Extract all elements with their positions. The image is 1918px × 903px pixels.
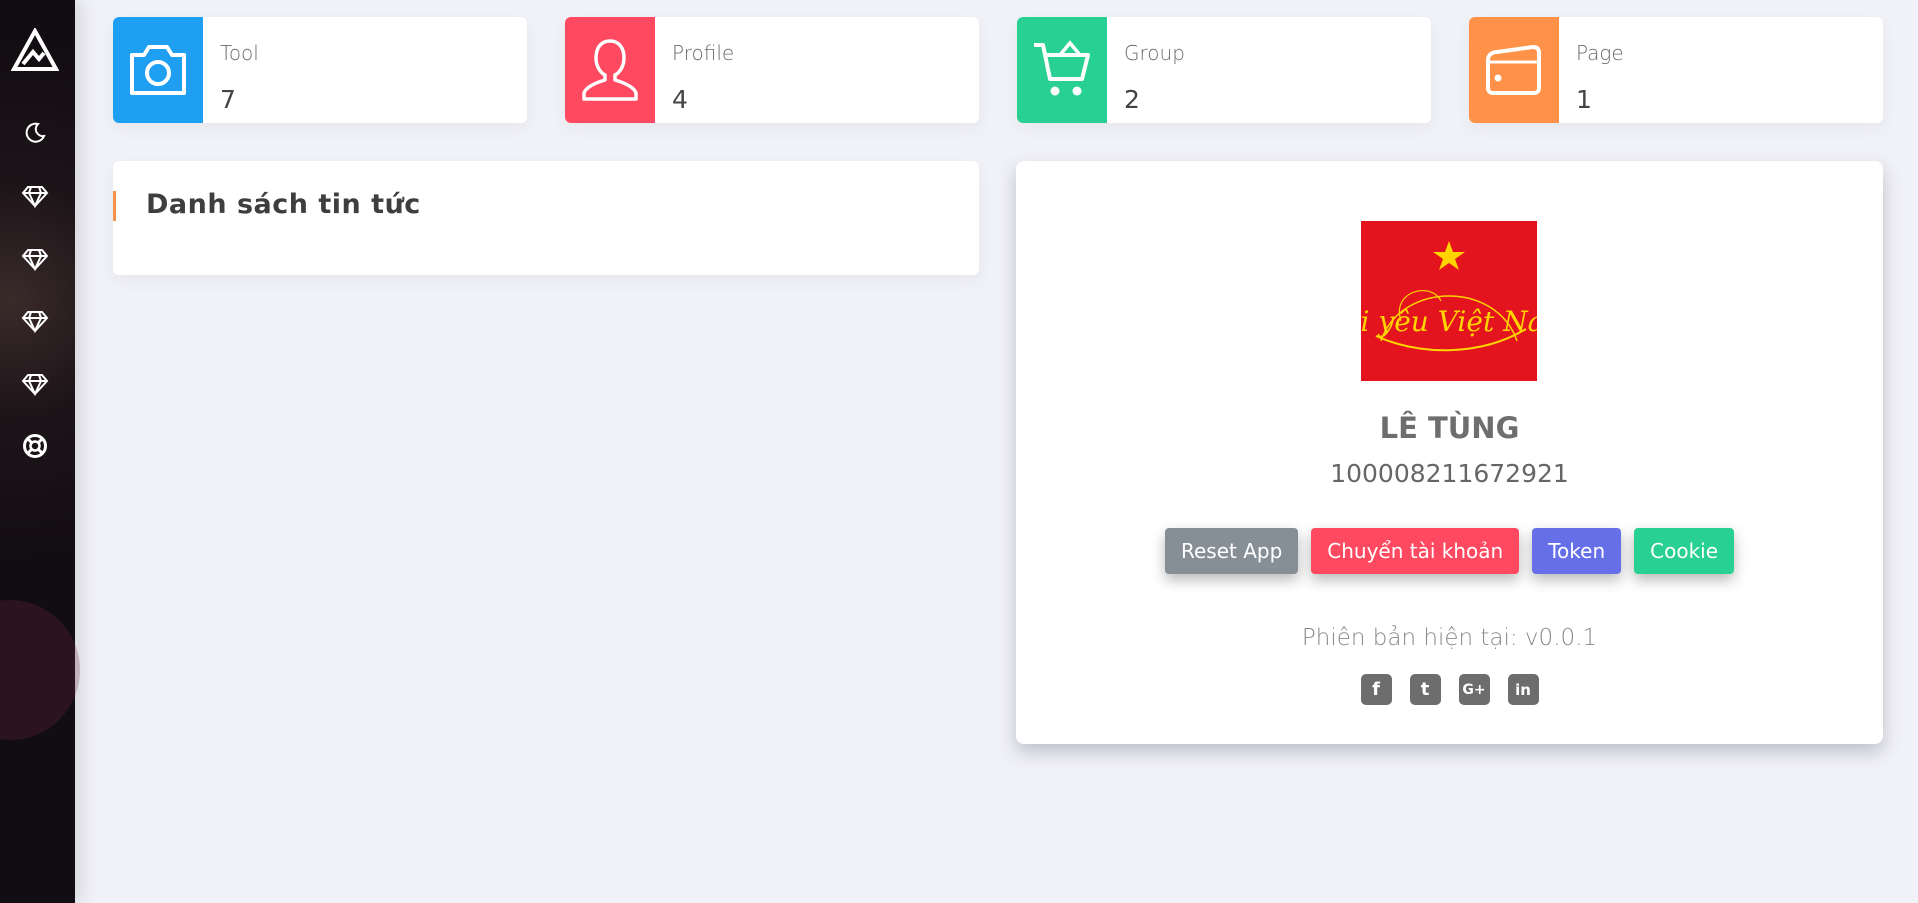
version-text: Phiên bản hiện tại: v0.0.1 <box>1301 625 1598 651</box>
twitter-icon[interactable]: t <box>1409 674 1441 705</box>
profile-id: 100008211672921 <box>1330 459 1569 488</box>
profile-card: Tôi yêu Việt Nam LÊ TÙNG 100008211672921… <box>1016 161 1883 744</box>
user-icon <box>565 17 655 123</box>
avatar-caption: Tôi yêu Việt Nam <box>1361 305 1537 338</box>
google-plus-icon[interactable]: G+ <box>1458 674 1490 705</box>
cart-icon <box>1017 17 1107 123</box>
sidebar <box>0 0 80 903</box>
social-links: f t G+ in <box>1016 674 1883 705</box>
avatar-image: Tôi yêu Việt Nam <box>1327 221 1571 381</box>
stat-card-group[interactable]: Group 2 <box>1017 17 1431 123</box>
stat-value: 1 <box>1576 85 1592 114</box>
cookie-button[interactable]: Cookie <box>1634 528 1735 574</box>
linkedin-icon[interactable]: in <box>1507 674 1539 705</box>
action-buttons: Reset App Chuyển tài khoản Token Cookie <box>1016 528 1883 574</box>
news-title: Danh sách tin tức <box>146 189 421 220</box>
diamond-icon[interactable] <box>0 301 70 341</box>
stat-value: 4 <box>672 85 688 114</box>
news-card: Danh sách tin tức <box>113 161 979 275</box>
stat-card-profile[interactable]: Profile 4 <box>565 17 979 123</box>
stat-label: Page <box>1576 41 1624 65</box>
reset-app-button[interactable]: Reset App <box>1164 528 1299 574</box>
avatar: Tôi yêu Việt Nam <box>1327 221 1571 381</box>
profile-name: LÊ TÙNG <box>1379 411 1520 445</box>
stat-card-page[interactable]: Page 1 <box>1469 17 1883 123</box>
camera-icon <box>113 17 203 123</box>
lifebuoy-icon[interactable] <box>0 426 70 466</box>
sidebar-decoration <box>0 600 80 740</box>
diamond-icon[interactable] <box>0 176 70 216</box>
title-accent-bar <box>113 191 116 221</box>
stat-value: 2 <box>1124 85 1140 114</box>
facebook-icon[interactable]: f <box>1360 674 1392 705</box>
switch-account-button[interactable]: Chuyển tài khoản <box>1311 528 1520 574</box>
stat-card-tool[interactable]: Tool 7 <box>113 17 527 123</box>
stat-value: 7 <box>220 85 236 114</box>
stat-label: Tool <box>220 41 259 65</box>
logo-mountain-icon[interactable] <box>0 28 70 72</box>
diamond-icon[interactable] <box>0 239 70 279</box>
diamond-icon[interactable] <box>0 364 70 404</box>
wallet-icon <box>1469 17 1559 123</box>
stat-label: Group <box>1124 41 1185 65</box>
token-button[interactable]: Token <box>1532 528 1622 574</box>
moon-icon[interactable] <box>0 113 70 153</box>
stat-label: Profile <box>672 41 735 65</box>
